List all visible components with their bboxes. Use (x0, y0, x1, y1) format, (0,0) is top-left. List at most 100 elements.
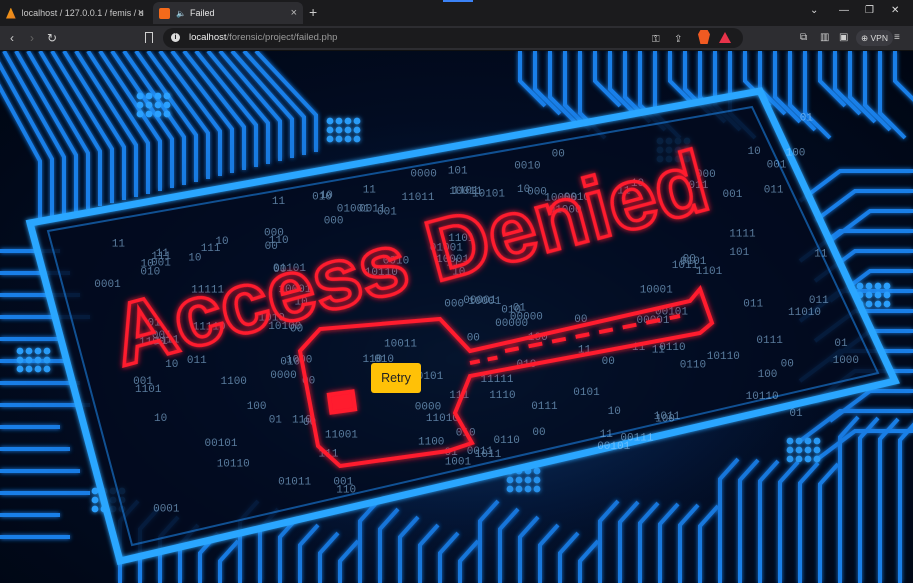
svg-text:1101: 1101 (696, 266, 723, 278)
menu-icon[interactable]: ≡ (894, 32, 900, 43)
svg-text:10110: 10110 (746, 391, 779, 403)
svg-text:10: 10 (748, 146, 761, 158)
url-text[interactable]: localhost/forensic/project/failed.php (189, 32, 337, 43)
close-tab-icon[interactable]: × (291, 6, 297, 20)
svg-text:11: 11 (363, 185, 377, 197)
svg-text:100: 100 (786, 148, 806, 160)
svg-text:11: 11 (112, 238, 126, 250)
svg-text:01: 01 (834, 338, 848, 350)
vpn-label: VPN (870, 33, 888, 43)
svg-text:100: 100 (758, 369, 778, 381)
svg-text:100: 100 (247, 401, 267, 413)
minimize-icon[interactable]: — (839, 5, 849, 16)
svg-text:11011: 11011 (402, 192, 435, 204)
svg-text:1110: 1110 (489, 390, 515, 402)
tab-phpmyadmin[interactable]: localhost / 127.0.0.1 / femis / users × (0, 2, 150, 24)
svg-text:1100: 1100 (221, 376, 247, 388)
svg-text:010: 010 (312, 192, 332, 204)
svg-text:10: 10 (188, 252, 201, 264)
page-content: 00 10011 10 01 100 010 010 01001 0000 1100 00001 11… (0, 51, 913, 583)
bookmark-icon[interactable] (145, 32, 153, 43)
close-window-icon[interactable]: ✕ (891, 5, 899, 16)
close-tab-icon[interactable]: × (138, 6, 144, 20)
svg-text:11001: 11001 (325, 430, 358, 442)
tab-search-icon[interactable]: ⌄ (810, 5, 818, 16)
url-host: localhost (189, 32, 227, 43)
svg-text:10110: 10110 (707, 351, 740, 363)
svg-text:11: 11 (814, 249, 828, 261)
svg-text:0111: 0111 (531, 401, 558, 413)
svg-text:10110: 10110 (217, 458, 250, 470)
share-icon[interactable]: ⇪ (674, 34, 682, 45)
sidebar-icon[interactable]: ▥ (820, 32, 829, 43)
svg-text:10: 10 (154, 413, 167, 425)
key-icon[interactable]: ⚿ (652, 34, 660, 45)
svg-text:011: 011 (809, 295, 829, 307)
svg-text:00: 00 (552, 148, 565, 160)
svg-text:000: 000 (324, 216, 344, 228)
svg-text:11111: 11111 (481, 374, 514, 386)
svg-text:1001: 1001 (445, 457, 472, 469)
svg-text:010: 010 (501, 304, 521, 316)
svg-text:01: 01 (800, 112, 814, 124)
svg-text:01: 01 (269, 414, 283, 426)
svg-text:11: 11 (600, 429, 614, 441)
vpn-button[interactable]: ⊕ VPN (856, 30, 893, 46)
tab-title: localhost / 127.0.0.1 / femis / users (21, 8, 144, 18)
svg-text:00: 00 (602, 356, 615, 368)
svg-text:10011: 10011 (384, 339, 417, 351)
svg-text:1111: 1111 (729, 229, 756, 241)
svg-text:00101: 00101 (205, 438, 238, 450)
svg-text:01: 01 (789, 408, 803, 420)
svg-text:0101: 0101 (573, 387, 600, 399)
tab-title: Failed (189, 8, 215, 18)
svg-text:0101: 0101 (680, 256, 707, 268)
svg-text:00: 00 (467, 332, 480, 344)
svg-text:1011: 1011 (654, 411, 681, 423)
svg-text:10: 10 (141, 259, 154, 271)
tab-failed[interactable]: 🔈 Failed × (153, 2, 303, 24)
retry-button[interactable]: Retry (371, 363, 421, 393)
svg-text:00: 00 (532, 427, 545, 439)
url-path: /forensic/project/failed.php (226, 32, 338, 43)
svg-text:11: 11 (652, 344, 666, 356)
svg-text:11: 11 (156, 248, 170, 260)
svg-text:00101: 00101 (597, 441, 630, 453)
svg-text:0111: 0111 (756, 335, 783, 347)
svg-text:1100: 1100 (418, 437, 444, 449)
restore-icon[interactable]: ❐ (865, 5, 874, 16)
forward-icon[interactable]: › (30, 31, 34, 45)
tab-drag-indicator (443, 0, 473, 2)
toolbar: ‹ › ↻ i localhost/forensic/project/faile… (0, 26, 913, 51)
svg-text:01011: 01011 (278, 477, 311, 489)
brave-rewards-icon[interactable] (719, 32, 731, 43)
address-bar[interactable]: i localhost/forensic/project/failed.php … (163, 28, 743, 48)
wallet-icon[interactable]: ▣ (839, 32, 848, 43)
reload-icon[interactable]: ↻ (47, 31, 57, 45)
svg-text:000: 000 (444, 299, 464, 311)
svg-text:1000: 1000 (833, 355, 859, 367)
svg-text:101: 101 (448, 165, 468, 177)
svg-text:011: 011 (743, 298, 763, 310)
extensions-icon[interactable]: ⧉ (800, 32, 807, 43)
svg-text:0110: 0110 (680, 360, 706, 372)
svg-text:10001: 10001 (640, 285, 673, 297)
speaker-icon[interactable]: 🔈 (176, 9, 186, 18)
svg-text:0110: 0110 (494, 435, 520, 447)
site-info-icon[interactable]: i (171, 33, 180, 42)
svg-text:0010: 0010 (514, 160, 540, 172)
access-denied-background: 0010011100110001001001001000011000000111… (0, 51, 913, 583)
svg-text:10001: 10001 (468, 296, 501, 308)
svg-text:110: 110 (336, 485, 356, 497)
new-tab-button[interactable]: + (309, 4, 317, 20)
phpmyadmin-icon (6, 7, 16, 19)
svg-text:101: 101 (729, 247, 749, 259)
svg-text:00: 00 (781, 359, 794, 371)
tab-strip: localhost / 127.0.0.1 / femis / users × … (0, 0, 913, 26)
svg-text:0000: 0000 (410, 169, 436, 181)
svg-text:011: 011 (764, 184, 784, 196)
svg-text:10: 10 (608, 406, 621, 418)
back-icon[interactable]: ‹ (10, 31, 14, 45)
svg-text:001: 001 (767, 160, 787, 172)
svg-text:0011: 0011 (359, 203, 386, 215)
